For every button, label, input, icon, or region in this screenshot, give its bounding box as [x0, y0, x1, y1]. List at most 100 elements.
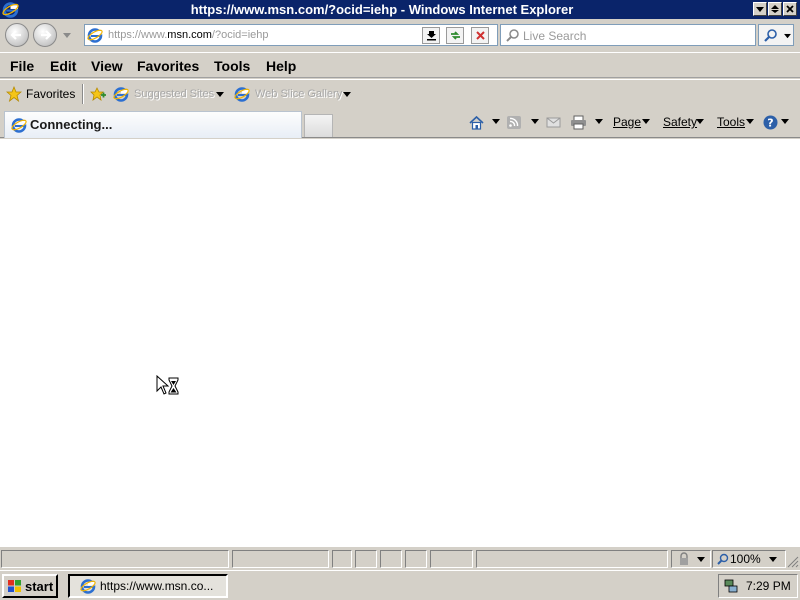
stop-icon — [475, 31, 485, 40]
menu-tools[interactable]: Tools — [214, 57, 250, 75]
address-dropdown-button[interactable] — [422, 27, 440, 44]
menu-help[interactable]: Help — [266, 57, 296, 75]
resize-grip[interactable] — [787, 556, 799, 568]
suggested-sites-dropdown-icon[interactable] — [216, 92, 224, 97]
search-box[interactable] — [500, 24, 756, 46]
taskbar-ie-icon — [80, 578, 96, 594]
help-icon[interactable]: ? — [762, 114, 779, 131]
favorites-bar: Favorites Suggested Sites Web Slice Gall… — [0, 79, 800, 107]
taskbar-ie-window-button[interactable]: https://www.msn.co... — [68, 574, 228, 598]
status-pane — [430, 550, 473, 568]
lock-icon — [680, 552, 688, 565]
status-pane — [380, 550, 402, 568]
system-tray: 7:29 PM — [718, 574, 798, 598]
zoom-dropdown-icon[interactable] — [769, 557, 777, 562]
back-arrow-icon — [10, 30, 21, 40]
favorites-separator — [82, 84, 84, 104]
zoom-level: 100% — [730, 552, 761, 566]
menu-file[interactable]: File — [10, 57, 34, 75]
forward-button[interactable] — [33, 23, 57, 47]
printer-icon[interactable] — [570, 114, 587, 131]
navigation-bar: https://www.msn.com/?ocid=iehp — [0, 19, 800, 52]
stop-button[interactable] — [471, 27, 489, 44]
address-url[interactable]: https://www.msn.com/?ocid=iehp — [108, 28, 269, 42]
tools-dropdown-icon[interactable] — [746, 119, 754, 124]
restore-button[interactable] — [768, 2, 782, 16]
feeds-dropdown-icon[interactable] — [531, 119, 539, 124]
safety-dropdown-icon[interactable] — [696, 119, 704, 124]
taskbar: start https://www.msn.co... 7:29 PM — [0, 570, 800, 600]
protected-mode-pane[interactable] — [671, 550, 711, 568]
zoom-pane[interactable]: 100% — [712, 550, 786, 568]
windows-logo-icon — [8, 580, 21, 592]
home-icon[interactable] — [468, 114, 485, 131]
new-tab-button[interactable] — [304, 114, 333, 137]
favorites-button[interactable]: Favorites — [26, 87, 75, 101]
page-dropdown-icon[interactable] — [642, 119, 650, 124]
recent-pages-dropdown[interactable] — [62, 30, 72, 40]
page-content[interactable] — [0, 139, 800, 547]
menu-favorites[interactable]: Favorites — [137, 57, 199, 75]
url-domain: msn.com — [167, 29, 212, 41]
start-button[interactable]: start — [2, 574, 58, 598]
help-dropdown-icon[interactable] — [781, 119, 789, 124]
security-dropdown-icon[interactable] — [697, 557, 705, 562]
tools-menu[interactable]: Tools — [717, 115, 745, 129]
svg-text:?: ? — [767, 117, 773, 130]
tab-ie-icon — [11, 117, 27, 133]
back-button[interactable] — [5, 23, 29, 47]
close-button[interactable] — [783, 2, 797, 16]
window-title: https://www.msn.com/?ocid=iehp - Windows… — [190, 2, 574, 17]
address-bar[interactable]: https://www.msn.com/?ocid=iehp — [84, 24, 498, 46]
print-dropdown-icon[interactable] — [595, 119, 603, 124]
mail-icon[interactable] — [545, 114, 562, 131]
refresh-button[interactable] — [446, 27, 464, 44]
favorites-star-icon — [6, 86, 22, 102]
url-path: /?ocid=iehp — [211, 29, 269, 41]
status-pane — [405, 550, 427, 568]
suggested-sites-ie-icon — [113, 86, 129, 102]
zoom-magnifier-icon — [717, 553, 729, 565]
menu-view[interactable]: View — [91, 57, 123, 75]
url-prefix: https://www. — [108, 29, 168, 41]
status-pane — [232, 550, 329, 568]
web-slice-ie-icon — [234, 86, 250, 102]
download-arrow-icon — [426, 31, 436, 41]
safety-menu[interactable]: Safety — [663, 115, 697, 129]
menu-edit[interactable]: Edit — [50, 57, 76, 75]
menu-bar: File Edit View Favorites Tools Help — [0, 52, 800, 78]
close-icon — [786, 5, 794, 13]
home-dropdown-icon[interactable] — [492, 119, 500, 124]
search-options-dropdown-icon[interactable] — [784, 33, 791, 39]
web-slice-gallery-link[interactable]: Web Slice Gallery — [255, 88, 342, 100]
page-menu[interactable]: Page — [613, 115, 641, 129]
ie-logo-icon — [2, 1, 19, 18]
status-bar: 100% — [0, 548, 800, 570]
busy-cursor-icon — [156, 375, 179, 395]
status-pane — [332, 550, 352, 568]
suggested-sites-link[interactable]: Suggested Sites — [134, 88, 214, 100]
minimize-button[interactable] — [753, 2, 767, 16]
clock[interactable]: 7:29 PM — [746, 579, 791, 593]
rss-feed-icon[interactable] — [506, 114, 523, 131]
tab-row: Connecting... Page Safety Tools ? — [0, 107, 800, 138]
title-bar[interactable]: https://www.msn.com/?ocid=iehp - Windows… — [0, 0, 800, 19]
restore-icon — [771, 5, 779, 13]
status-zone-pane — [476, 550, 668, 568]
network-icon[interactable] — [723, 578, 739, 594]
search-input[interactable] — [523, 28, 748, 43]
taskbar-window-label: https://www.msn.co... — [100, 579, 214, 593]
start-label: start — [25, 578, 54, 594]
search-go-icon — [764, 29, 777, 42]
tab-label: Connecting... — [30, 117, 113, 132]
minimize-icon — [756, 7, 764, 12]
search-button[interactable] — [758, 24, 794, 46]
status-pane — [355, 550, 377, 568]
add-to-favorites-icon[interactable] — [90, 86, 106, 102]
magnifier-icon — [506, 29, 519, 42]
tab-connecting[interactable]: Connecting... — [4, 111, 302, 138]
page-ie-icon — [87, 27, 103, 43]
web-slice-dropdown-icon[interactable] — [343, 92, 351, 97]
forward-arrow-icon — [41, 30, 52, 40]
refresh-icon — [450, 31, 460, 40]
